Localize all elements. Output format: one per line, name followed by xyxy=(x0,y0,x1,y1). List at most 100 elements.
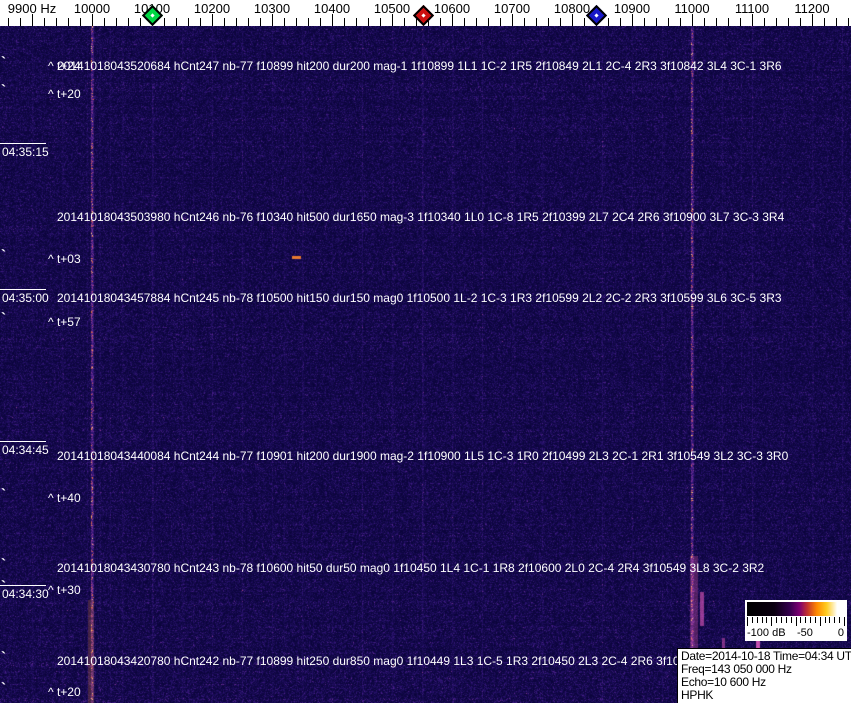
ruler-tick xyxy=(836,18,837,26)
ruler-tick xyxy=(176,18,177,26)
ruler-tick xyxy=(644,18,645,26)
ruler-tick xyxy=(320,18,321,26)
marker-center-dot xyxy=(593,13,599,18)
ruler-freq-label: 10500 xyxy=(373,1,411,16)
legend-tick xyxy=(776,617,778,623)
legend-tick xyxy=(766,617,768,623)
legend-tick xyxy=(780,617,782,623)
ruler-freq-label: 10300 xyxy=(253,1,291,16)
ruler-tick xyxy=(56,18,57,26)
db-label-max: 0 xyxy=(837,627,844,639)
legend-tick xyxy=(790,617,792,623)
ruler-tick xyxy=(164,18,165,26)
ruler-tick xyxy=(128,18,129,26)
legend-tick xyxy=(814,617,816,623)
ruler-tick xyxy=(68,18,69,26)
ruler-freq-label: 10800 xyxy=(553,1,591,16)
ruler-tick xyxy=(764,18,765,26)
db-gradient-bar xyxy=(747,602,844,616)
ruler-freq-label: 10200 xyxy=(193,1,231,16)
legend-tick xyxy=(829,617,831,623)
legend-tick xyxy=(819,617,821,626)
ruler-tick xyxy=(536,18,537,26)
ruler-tick xyxy=(668,18,669,26)
ruler-tick xyxy=(800,18,801,26)
ruler-tick xyxy=(104,18,105,26)
marker-center-dot xyxy=(421,13,426,18)
ruler-tick xyxy=(716,18,717,26)
marker-center-dot xyxy=(149,13,155,18)
ruler-tick xyxy=(236,18,237,26)
legend-tick xyxy=(839,617,841,623)
ruler-tick xyxy=(44,18,45,26)
ruler-freq-label: 11000 xyxy=(674,1,710,16)
legend-tick xyxy=(747,617,748,626)
ruler-tick xyxy=(200,18,201,26)
ruler-tick xyxy=(656,18,657,26)
ruler-freq-label: 9900 Hz xyxy=(7,1,57,16)
ruler-tick xyxy=(500,18,501,26)
db-scale-legend: -100 dB -50 0 xyxy=(745,600,847,641)
ruler-tick xyxy=(704,18,705,26)
db-label-min: -100 dB xyxy=(747,627,786,639)
ruler-tick xyxy=(560,18,561,26)
ruler-tick xyxy=(308,18,309,26)
legend-tick xyxy=(761,617,763,623)
ruler-tick xyxy=(824,18,825,26)
legend-tick xyxy=(785,617,787,623)
ruler-tick xyxy=(476,18,477,26)
ruler-freq-label: 10900 xyxy=(613,1,651,16)
ruler-freq-label: 11100 xyxy=(734,1,770,16)
legend-tick xyxy=(756,617,758,623)
ruler-tick xyxy=(284,18,285,26)
ruler-tick xyxy=(188,18,189,26)
legend-tick xyxy=(844,617,845,626)
ruler-tick xyxy=(20,18,21,26)
legend-tick xyxy=(834,617,836,623)
ruler-tick xyxy=(8,18,9,26)
ruler-tick xyxy=(848,18,849,26)
frequency-ruler: 9900 Hz100001010010200103001040010500106… xyxy=(0,0,851,27)
ruler-tick xyxy=(548,18,549,26)
legend-tick xyxy=(795,617,797,626)
ruler-tick xyxy=(584,18,585,26)
ruler-tick xyxy=(248,18,249,26)
ruler-tick xyxy=(344,18,345,26)
legend-tick xyxy=(824,617,826,623)
info-station: HPHK xyxy=(681,688,714,702)
ruler-freq-label: 10400 xyxy=(313,1,351,16)
ruler-tick xyxy=(380,18,381,26)
legend-tick xyxy=(751,617,753,623)
ruler-tick xyxy=(116,18,117,26)
spectrogram-waterfall xyxy=(0,26,851,703)
legend-tick xyxy=(800,617,802,623)
legend-tick xyxy=(771,617,773,626)
ruler-tick xyxy=(260,18,261,26)
ruler-tick xyxy=(224,18,225,26)
ruler-tick xyxy=(788,18,789,26)
ruler-freq-label: 10700 xyxy=(493,1,531,16)
legend-tick xyxy=(810,617,812,623)
spectrogram-app: 9900 Hz100001010010200103001040010500106… xyxy=(0,0,851,703)
ruler-tick xyxy=(776,18,777,26)
status-info-box: Date=2014-10-18 Time=04:34 UTC Freq=143 … xyxy=(677,648,851,703)
ruler-tick xyxy=(728,18,729,26)
ruler-freq-label: 10000 xyxy=(73,1,111,16)
ruler-tick xyxy=(524,18,525,26)
ruler-tick xyxy=(680,18,681,26)
ruler-tick xyxy=(464,18,465,26)
ruler-tick xyxy=(740,18,741,26)
ruler-tick xyxy=(296,18,297,26)
ruler-tick xyxy=(608,18,609,26)
ruler-tick xyxy=(80,18,81,26)
ruler-tick xyxy=(404,18,405,26)
ruler-tick xyxy=(620,18,621,26)
db-label-mid: -50 xyxy=(797,627,813,639)
legend-tick xyxy=(805,617,807,623)
ruler-freq-label: 11200 xyxy=(794,1,830,16)
ruler-tick xyxy=(488,18,489,26)
ruler-tick xyxy=(356,18,357,26)
ruler-tick xyxy=(140,18,141,26)
ruler-tick xyxy=(440,18,441,26)
ruler-tick xyxy=(368,18,369,26)
